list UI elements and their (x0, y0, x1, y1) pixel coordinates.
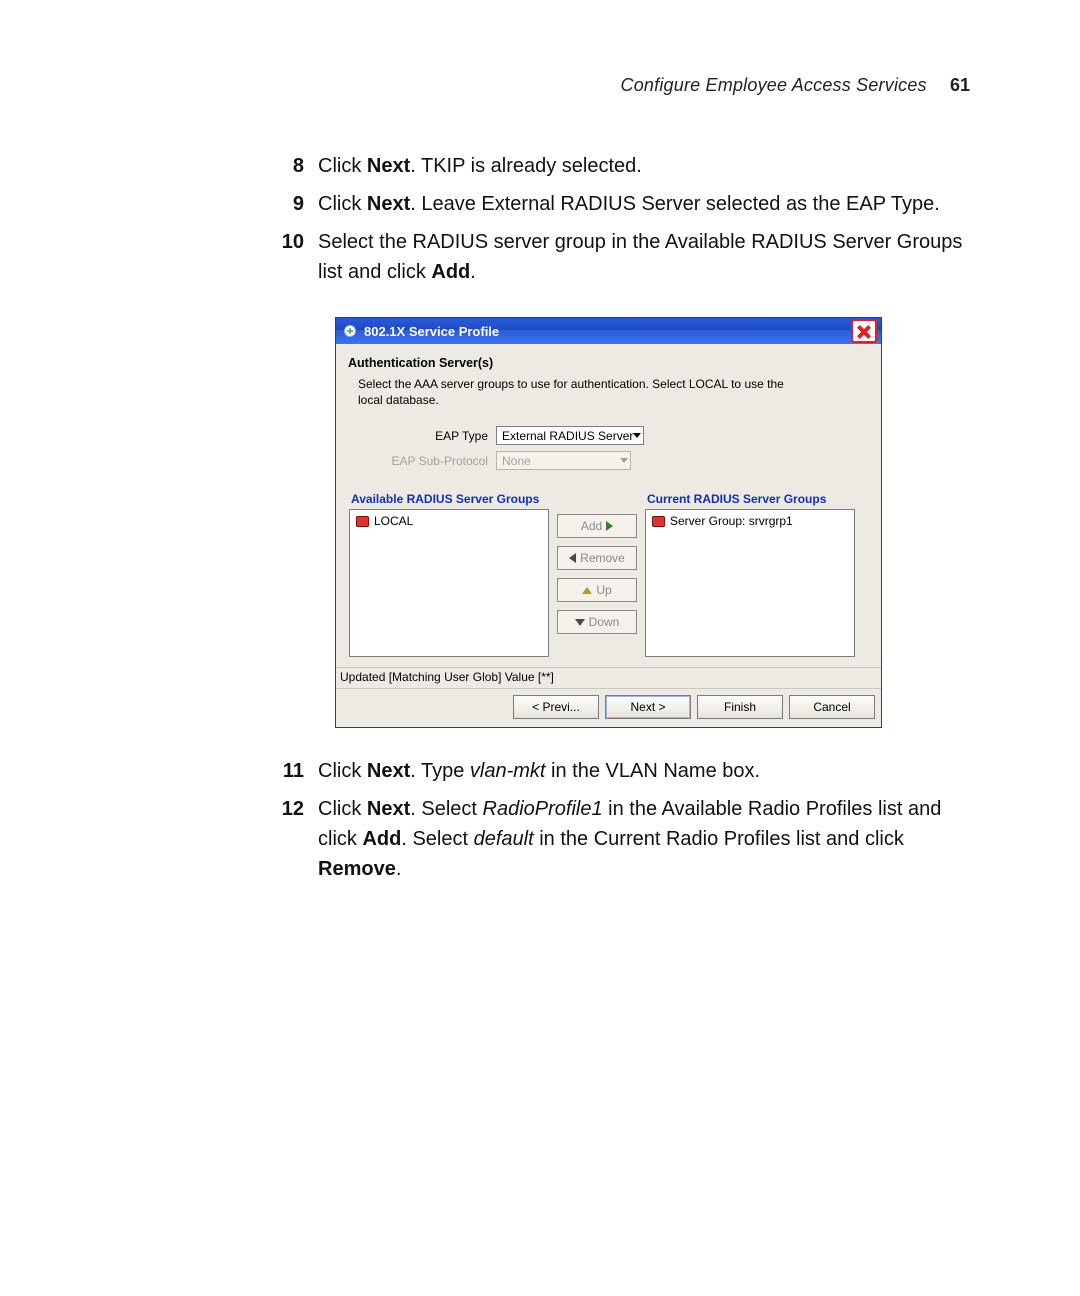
remove-button[interactable]: Remove (557, 546, 637, 570)
step-number: 11 (270, 756, 304, 786)
step-number: 9 (270, 189, 304, 219)
list-item[interactable]: Server Group: srvrgrp1 (650, 513, 850, 529)
step-number: 10 (270, 227, 304, 287)
dialog-description: Select the AAA server groups to use for … (358, 376, 788, 408)
eap-subprotocol-select: None (496, 451, 631, 470)
available-listbox[interactable]: LOCAL (349, 509, 549, 657)
current-title: Current RADIUS Server Groups (647, 492, 855, 506)
wizard-button-row: < Previ... Next > Finish Cancel (336, 688, 881, 727)
section-title: Configure Employee Access Services (621, 75, 927, 95)
button-label: Down (589, 615, 620, 629)
available-title: Available RADIUS Server Groups (351, 492, 549, 506)
step-10: 10 Select the RADIUS server group in the… (270, 227, 970, 287)
step-text: Click Next. Type vlan-mkt in the VLAN Na… (318, 756, 970, 786)
server-icon (356, 516, 369, 527)
list-item-label: LOCAL (374, 514, 413, 528)
arrow-down-icon (575, 619, 585, 626)
eap-subprotocol-label: EAP Sub-Protocol (378, 454, 488, 468)
list-item[interactable]: LOCAL (354, 513, 544, 529)
dialog-titlebar[interactable]: 802.1X Service Profile (336, 318, 881, 344)
step-number: 12 (270, 794, 304, 884)
eap-type-select[interactable]: External RADIUS Server (496, 426, 644, 445)
arrow-right-icon (606, 521, 613, 531)
instruction-list-bottom: 11 Click Next. Type vlan-mkt in the VLAN… (110, 756, 970, 884)
current-column: Current RADIUS Server Groups Server Grou… (645, 492, 855, 657)
button-label: Remove (580, 551, 625, 565)
arrow-left-icon (569, 553, 576, 563)
previous-button[interactable]: < Previ... (513, 695, 599, 719)
dialog-figure: 802.1X Service Profile Authentication Se… (335, 317, 880, 728)
step-text: Click Next. TKIP is already selected. (318, 151, 970, 181)
step-number: 8 (270, 151, 304, 181)
current-listbox[interactable]: Server Group: srvrgrp1 (645, 509, 855, 657)
transfer-buttons: Add Remove Up Down (557, 514, 637, 657)
cancel-button[interactable]: Cancel (789, 695, 875, 719)
eap-type-label: EAP Type (378, 429, 488, 443)
server-group-columns: Available RADIUS Server Groups LOCAL Add (348, 492, 869, 657)
dialog-heading: Authentication Server(s) (348, 356, 869, 370)
dialog-body: Authentication Server(s) Select the AAA … (336, 344, 881, 657)
button-label: Up (596, 583, 611, 597)
app-icon (342, 323, 358, 339)
page: Configure Employee Access Services 61 8 … (0, 0, 1080, 1296)
finish-button[interactable]: Finish (697, 695, 783, 719)
instruction-list-top: 8 Click Next. TKIP is already selected. … (110, 151, 970, 287)
running-header: Configure Employee Access Services 61 (110, 75, 970, 96)
down-button[interactable]: Down (557, 610, 637, 634)
dialog-802-1x-service-profile: 802.1X Service Profile Authentication Se… (335, 317, 882, 728)
status-bar: Updated [Matching User Glob] Value [**] (336, 667, 881, 688)
list-item-label: Server Group: srvrgrp1 (670, 514, 793, 528)
up-button[interactable]: Up (557, 578, 637, 602)
arrow-up-icon (582, 587, 592, 594)
server-icon (652, 516, 665, 527)
status-text: Updated [Matching User Glob] Value [**] (340, 670, 554, 684)
eap-type-row: EAP Type External RADIUS Server (378, 426, 869, 445)
select-value: External RADIUS Server (502, 429, 633, 443)
eap-subprotocol-row: EAP Sub-Protocol None (378, 451, 869, 470)
add-button[interactable]: Add (557, 514, 637, 538)
next-button[interactable]: Next > (605, 695, 691, 719)
available-column: Available RADIUS Server Groups LOCAL (349, 492, 549, 657)
page-number: 61 (950, 75, 970, 95)
button-label: Add (581, 519, 602, 533)
step-text: Select the RADIUS server group in the Av… (318, 227, 970, 287)
step-11: 11 Click Next. Type vlan-mkt in the VLAN… (270, 756, 970, 786)
step-8: 8 Click Next. TKIP is already selected. (270, 151, 970, 181)
chevron-down-icon (620, 458, 628, 463)
step-12: 12 Click Next. Select RadioProfile1 in t… (270, 794, 970, 884)
select-value: None (502, 454, 531, 468)
step-9: 9 Click Next. Leave External RADIUS Serv… (270, 189, 970, 219)
step-text: Click Next. Select RadioProfile1 in the … (318, 794, 970, 884)
step-text: Click Next. Leave External RADIUS Server… (318, 189, 970, 219)
dialog-title: 802.1X Service Profile (364, 324, 851, 339)
close-icon[interactable] (851, 319, 877, 343)
chevron-down-icon (633, 433, 641, 438)
